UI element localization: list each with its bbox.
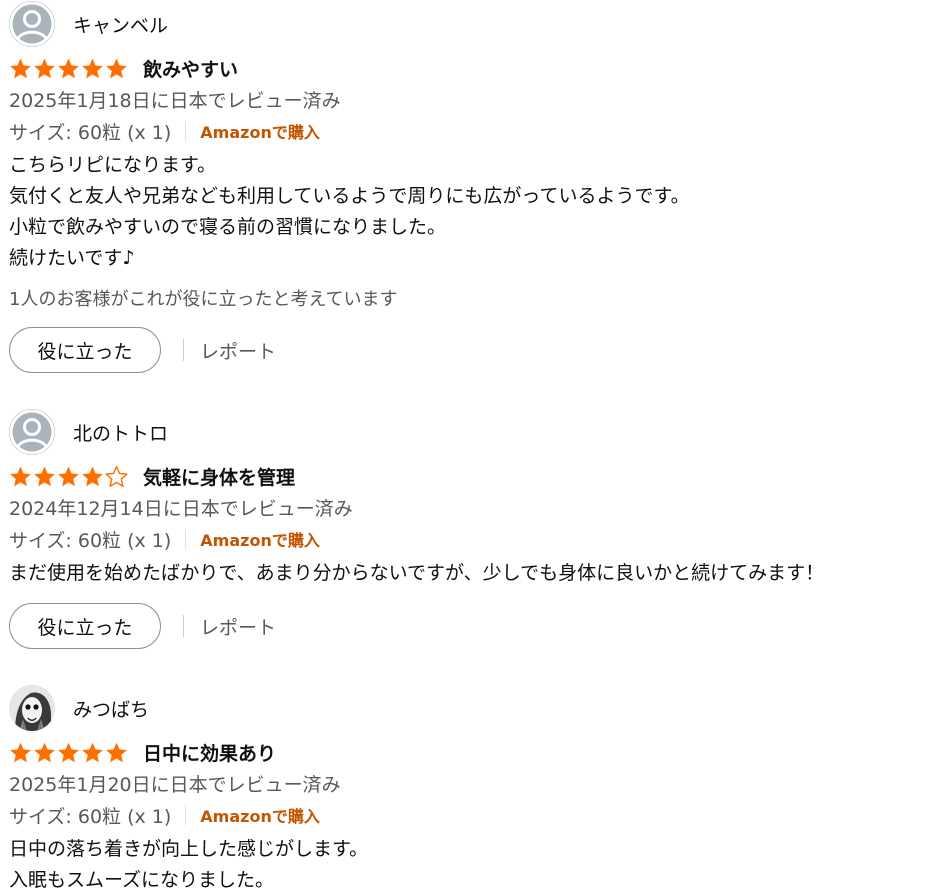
reviewer-name[interactable]: 北のトトロ: [73, 419, 168, 446]
review-body-line: 入眠もスムーズになりました。: [9, 869, 275, 891]
review-date: 2024年12月14日に日本でレビュー済み: [9, 498, 353, 520]
star-rating[interactable]: [9, 739, 129, 765]
review-actions: 役に立った レポート: [9, 326, 276, 374]
review-title-row: 飲みやすい: [9, 53, 238, 83]
review-variant-row: サイズ: 60粒 (x 1) Amazonで購入: [9, 800, 320, 830]
star-filled-icon: [10, 742, 31, 762]
reviewer-profile[interactable]: 北のトトロ: [9, 408, 168, 456]
review-actions: 役に立った レポート: [9, 602, 276, 650]
review-item: 北のトトロ 気軽に身体を管理 2024年12月14日に日本でレビュー済み サイズ…: [9, 408, 926, 658]
divider: [185, 805, 187, 825]
divider: [185, 121, 187, 141]
helpful-button[interactable]: 役に立った: [9, 603, 161, 649]
star-filled-icon: [106, 58, 127, 78]
helpful-button[interactable]: 役に立った: [9, 327, 161, 373]
review-body-line: 日中の落ち着きが向上した感じがします。: [9, 838, 369, 860]
product-variant: サイズ: 60粒 (x 1): [9, 529, 172, 552]
review-title-row: 日中に効果あり: [9, 737, 276, 767]
verified-purchase-badge: Amazonで購入: [200, 807, 320, 826]
star-filled-icon: [82, 466, 103, 486]
star-filled-icon: [10, 58, 31, 78]
star-filled-icon: [82, 742, 103, 762]
star-rating[interactable]: [9, 463, 129, 489]
review-variant-row: サイズ: 60粒 (x 1) Amazonで購入: [9, 524, 320, 554]
review-body: 日中の落ち着きが向上した感じがします。 入眠もスムーズになりました。: [9, 834, 368, 896]
star-filled-icon: [58, 742, 79, 762]
review-variant-row: サイズ: 60粒 (x 1) Amazonで購入: [9, 116, 320, 146]
review-title[interactable]: 気軽に身体を管理: [143, 463, 295, 490]
review-date: 2025年1月20日に日本でレビュー済み: [9, 774, 341, 796]
reviewer-name[interactable]: キャンベル: [73, 11, 168, 38]
helpful-count: 1人のお客様がこれが役に立ったと考えています: [9, 289, 398, 310]
review-item: みつばち 日中に効果あり 2025年1月20日に日本でレビュー済み サイズ: 6…: [9, 684, 926, 896]
star-filled-icon: [106, 742, 127, 762]
star-empty-icon: [105, 465, 128, 487]
divider: [183, 339, 184, 361]
star-rating[interactable]: [9, 55, 129, 81]
photo-avatar-icon: [9, 685, 55, 731]
review-item: キャンベル 飲みやすい 2025年1月18日に日本でレビュー済み サイズ: 60…: [9, 0, 926, 390]
verified-purchase-badge: Amazonで購入: [200, 123, 320, 142]
star-filled-icon: [34, 742, 55, 762]
review-title-row: 気軽に身体を管理: [9, 461, 295, 491]
review-body-line: 小粒で飲みやすいので寝る前の習慣になりました。: [9, 216, 447, 238]
review-body: こちらリピになります。 気付くと友人や兄弟なども利用しているようで周りにも広がっ…: [9, 150, 690, 274]
verified-purchase-badge: Amazonで購入: [200, 531, 320, 550]
report-link[interactable]: レポート: [200, 337, 276, 364]
star-filled-icon: [34, 466, 55, 486]
review-body-line: 続けたいです♪: [9, 247, 135, 269]
review-body-line: こちらリピになります。: [9, 154, 217, 176]
reviewer-profile[interactable]: みつばち: [9, 684, 149, 732]
reviewer-profile[interactable]: キャンベル: [9, 0, 168, 48]
default-person-icon: [9, 1, 55, 47]
star-filled-icon: [10, 466, 31, 486]
review-date: 2025年1月18日に日本でレビュー済み: [9, 90, 341, 112]
star-filled-icon: [58, 58, 79, 78]
product-variant: サイズ: 60粒 (x 1): [9, 121, 172, 144]
review-title[interactable]: 飲みやすい: [143, 55, 238, 82]
review-body: まだ使用を始めたばかりで、あまり分からないですが、少しでも身体に良いかと続けてみ…: [9, 558, 824, 589]
reviewer-name[interactable]: みつばち: [73, 695, 149, 722]
report-link[interactable]: レポート: [200, 613, 276, 640]
divider: [185, 529, 187, 549]
review-body-line: まだ使用を始めたばかりで、あまり分からないですが、少しでも身体に良いかと続けてみ…: [9, 562, 825, 584]
star-filled-icon: [58, 466, 79, 486]
review-title[interactable]: 日中に効果あり: [143, 739, 276, 766]
product-variant: サイズ: 60粒 (x 1): [9, 805, 172, 828]
star-filled-icon: [82, 58, 103, 78]
divider: [183, 615, 184, 637]
review-body-line: 気付くと友人や兄弟なども利用しているようで周りにも広がっているようです。: [9, 185, 690, 207]
default-person-icon: [9, 409, 55, 455]
star-filled-icon: [34, 58, 55, 78]
